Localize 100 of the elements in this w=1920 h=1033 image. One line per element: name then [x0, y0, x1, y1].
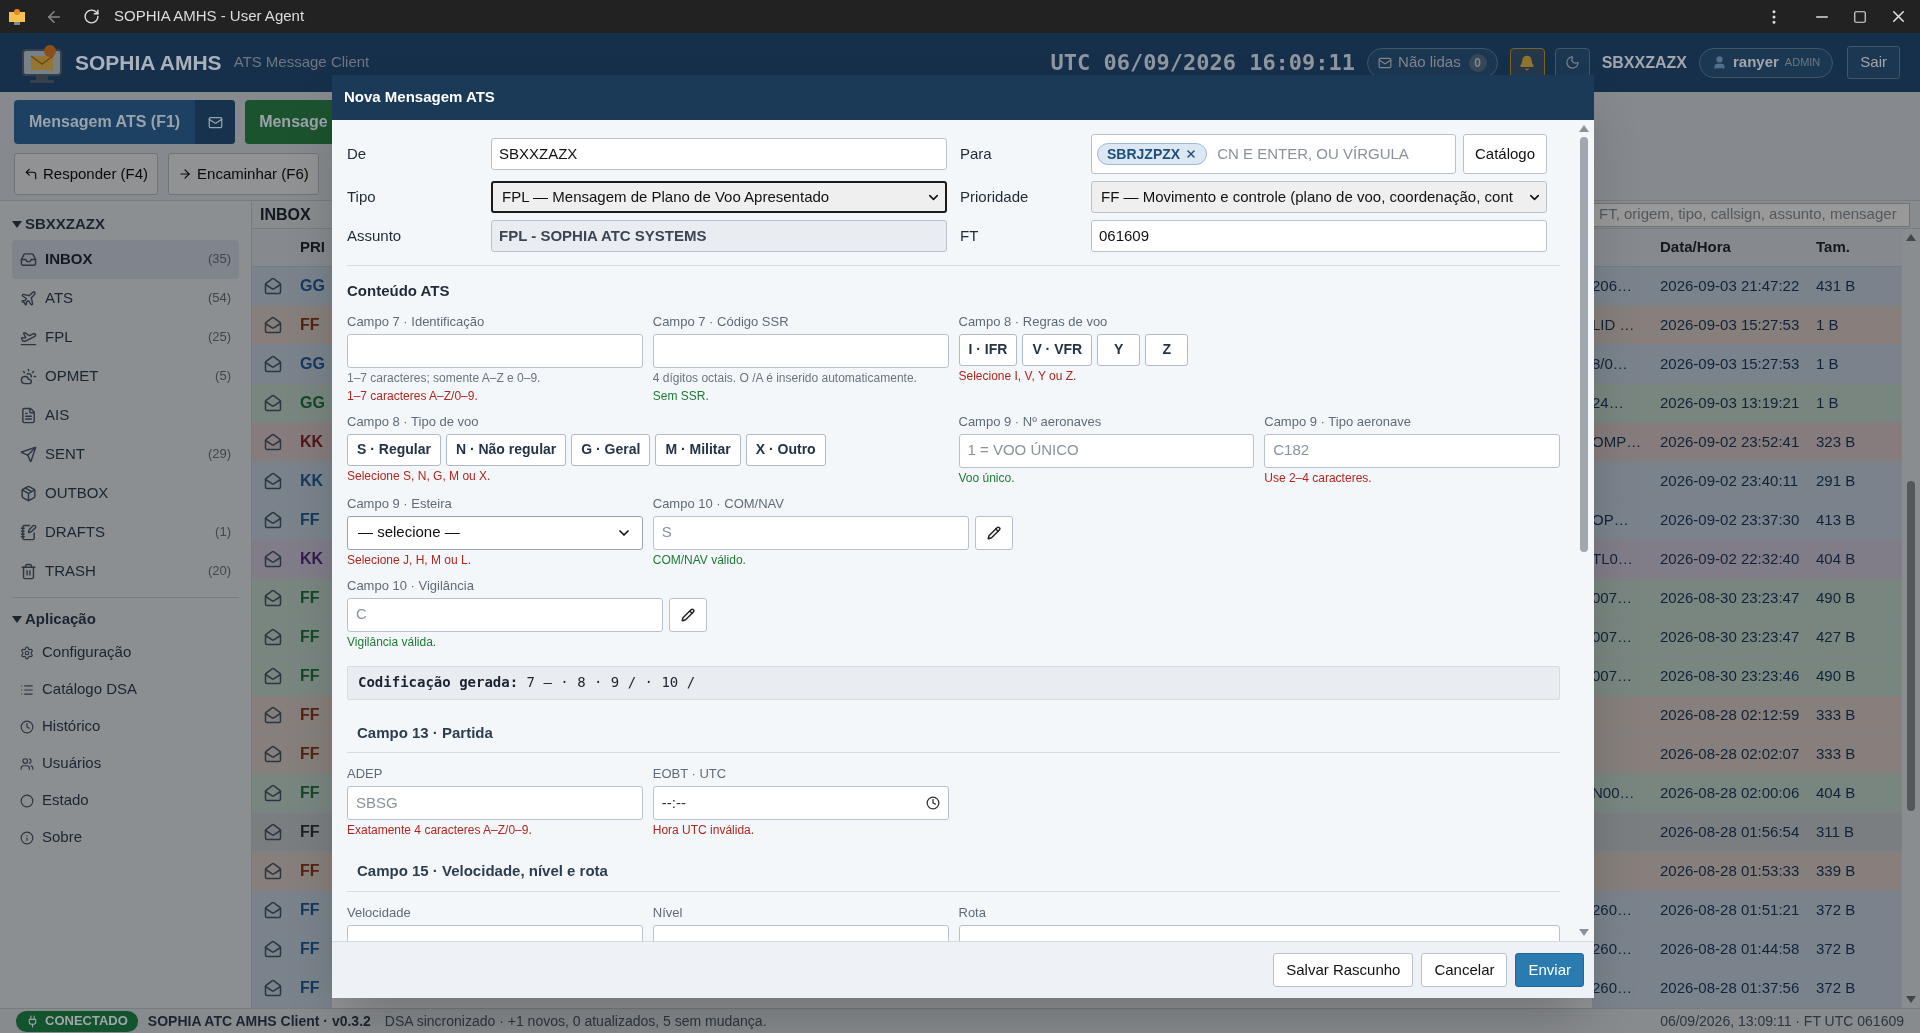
input-field[interactable]: 1 = VOO ÚNICO — [958, 433, 1255, 468]
sidebar-item[interactable]: OPMET (5) — [12, 356, 239, 396]
table-row[interactable]: KK — [252, 540, 332, 579]
choice-button[interactable]: X · Outro — [745, 433, 826, 466]
column-header[interactable]: Tam. — [1812, 236, 1902, 259]
table-row[interactable]: 260… 2026-08-28 01:37:56 372 B — [1592, 969, 1902, 1008]
select-field[interactable]: FF — Movimento e controle (plano de voo, coordenação, cont — [1091, 181, 1547, 213]
caret-icon[interactable] — [12, 219, 22, 230]
dialog-button[interactable]: Cancelar — [1421, 953, 1508, 987]
remove-icon[interactable] — [1185, 148, 1198, 160]
scrollbar[interactable] — [1902, 229, 1920, 1008]
group-title[interactable]: SBXXZAZX — [25, 213, 105, 236]
choice-button[interactable]: M · Militar — [655, 433, 741, 466]
reload-icon[interactable] — [83, 8, 100, 25]
user-pill[interactable]: ranyer ADMIN — [1699, 47, 1834, 78]
alerts-button[interactable] — [1509, 47, 1545, 78]
select-field[interactable]: FPL — Mensagem de Plano de Voo Apresentado — [491, 181, 947, 213]
table-row[interactable]: FF — [252, 852, 332, 891]
choice-button[interactable]: I · IFR — [958, 333, 1018, 366]
choice-button[interactable]: S · Regular — [347, 433, 441, 466]
input-field[interactable]: 061609 — [1091, 220, 1547, 252]
dialog-button[interactable]: Salvar Rascunho — [1273, 953, 1414, 987]
sidebar-item[interactable]: OUTBOX — [12, 473, 239, 513]
sidebar-item[interactable]: TRASH (20) — [12, 551, 239, 591]
input-field[interactable]: SBXXZAZX — [491, 138, 947, 170]
table-row[interactable]: GG — [252, 267, 332, 306]
table-row[interactable]: FF — [252, 579, 332, 618]
scroll-thumb[interactable] — [1907, 481, 1915, 811]
sidebar-item[interactable]: Estado — [12, 782, 239, 819]
recipient-chip[interactable]: SBRJZPZX — [1097, 143, 1208, 165]
caret-icon[interactable] — [12, 613, 22, 624]
search-field[interactable]: FT, origem, tipo, callsign, assunto, mensager — [1592, 202, 1910, 227]
sidebar-item[interactable]: DRAFTS (1) — [12, 512, 239, 552]
time-field[interactable]: --:-- — [652, 786, 949, 820]
maximize-icon[interactable] — [1853, 9, 1867, 24]
choice-button[interactable]: Y — [1097, 333, 1141, 366]
sidebar-item[interactable]: AIS — [12, 395, 239, 435]
choice-button[interactable]: Z — [1145, 333, 1189, 366]
table-row[interactable]: TL0… 2026-09-02 22:32:40 404 B — [1592, 540, 1902, 579]
sidebar-item[interactable]: INBOX (35) — [12, 239, 239, 279]
table-row[interactable]: 260… 2026-08-28 01:51:21 372 B — [1592, 891, 1902, 930]
sidebar-item[interactable]: ATS (54) — [12, 278, 239, 318]
scrollbar[interactable] — [1578, 124, 1590, 937]
input-field[interactable] — [652, 333, 949, 368]
sidebar-item[interactable]: SENT (29) — [12, 434, 239, 474]
toolbar-button[interactable]: Responder (F4) — [14, 153, 159, 195]
table-row[interactable]: 2026-08-28 02:12:59 333 B — [1592, 696, 1902, 735]
input-field[interactable]: S — [652, 515, 969, 550]
sidebar-item[interactable]: Sobre — [12, 819, 239, 856]
subject-field[interactable]: FPL - SOPHIA ATC SYSTEMS — [491, 220, 947, 252]
table-row[interactable]: 2026-09-02 23:40:11 291 B — [1592, 462, 1902, 501]
sidebar-item[interactable]: FPL (25) — [12, 317, 239, 357]
table-row[interactable]: FF — [252, 891, 332, 930]
recipients-field[interactable]: SBRJZPZX CN E ENTER, OU VÍRGULA — [1091, 134, 1456, 174]
group-title[interactable]: Aplicação — [25, 607, 96, 630]
edit-button[interactable] — [669, 597, 707, 632]
table-row[interactable]: FF — [252, 969, 332, 1008]
sidebar-item[interactable]: Catálogo DSA — [12, 671, 239, 708]
table-row[interactable]: GG — [252, 384, 332, 423]
table-row[interactable]: FF — [252, 657, 332, 696]
catalog-button[interactable]: Catálogo — [1462, 134, 1547, 174]
table-row[interactable]: GG — [252, 345, 332, 384]
edit-button[interactable] — [974, 515, 1013, 550]
scroll-down-icon[interactable] — [1579, 929, 1589, 937]
input-field[interactable]: SBSG — [347, 786, 643, 820]
column-header[interactable]: PRI — [300, 236, 332, 259]
input-field[interactable] — [347, 333, 643, 368]
table-row[interactable]: 2026-08-28 01:53:33 339 B — [1592, 852, 1902, 891]
table-row[interactable]: FF — [252, 306, 332, 345]
table-row[interactable]: 2026-08-28 02:02:07 333 B — [1592, 735, 1902, 774]
logout-button[interactable]: Sair — [1847, 46, 1900, 79]
table-row[interactable]: FF — [252, 930, 332, 969]
input-field[interactable]: C182 — [1264, 433, 1560, 468]
input-field[interactable]: C — [347, 597, 663, 632]
table-row[interactable]: FF — [252, 618, 332, 657]
table-row[interactable]: 260… 2026-08-28 01:44:58 372 B — [1592, 930, 1902, 969]
table-row[interactable]: 2026-08-28 01:56:54 311 B — [1592, 813, 1902, 852]
sidebar-item[interactable]: Histórico — [12, 708, 239, 745]
unread-pill[interactable]: Não lidas 0 — [1367, 47, 1498, 78]
choice-button[interactable]: N · Não regular — [445, 433, 567, 466]
table-row[interactable]: KK — [252, 423, 332, 462]
scroll-down-icon[interactable] — [1906, 996, 1916, 1004]
sidebar-item[interactable]: Usuários — [12, 745, 239, 782]
column-header[interactable]: Data/Hora — [1652, 236, 1812, 259]
toolbar-button[interactable]: Encaminhar (F6) — [168, 153, 319, 195]
scroll-up-icon[interactable] — [1579, 124, 1589, 132]
sidebar-item[interactable]: Configuração — [12, 634, 239, 671]
table-row[interactable]: OMP… 2026-09-02 23:52:41 323 B — [1592, 423, 1902, 462]
table-row[interactable]: FF — [252, 813, 332, 852]
choice-button[interactable]: G · Geral — [571, 433, 651, 466]
new-message-button[interactable]: Mensagem ATS (F1) — [14, 100, 236, 144]
scroll-up-icon[interactable] — [1906, 233, 1916, 241]
table-row[interactable]: FF — [252, 696, 332, 735]
select-field[interactable]: — selecione — — [347, 515, 643, 550]
send-button[interactable]: Enviar — [1515, 953, 1584, 987]
choice-button[interactable]: V · VFR — [1022, 333, 1093, 366]
scroll-thumb[interactable] — [1580, 137, 1588, 552]
table-row[interactable]: FF — [252, 501, 332, 540]
table-row[interactable]: 206… 2026-09-03 21:47:22 431 B — [1592, 267, 1902, 306]
theme-button[interactable] — [1554, 47, 1590, 78]
